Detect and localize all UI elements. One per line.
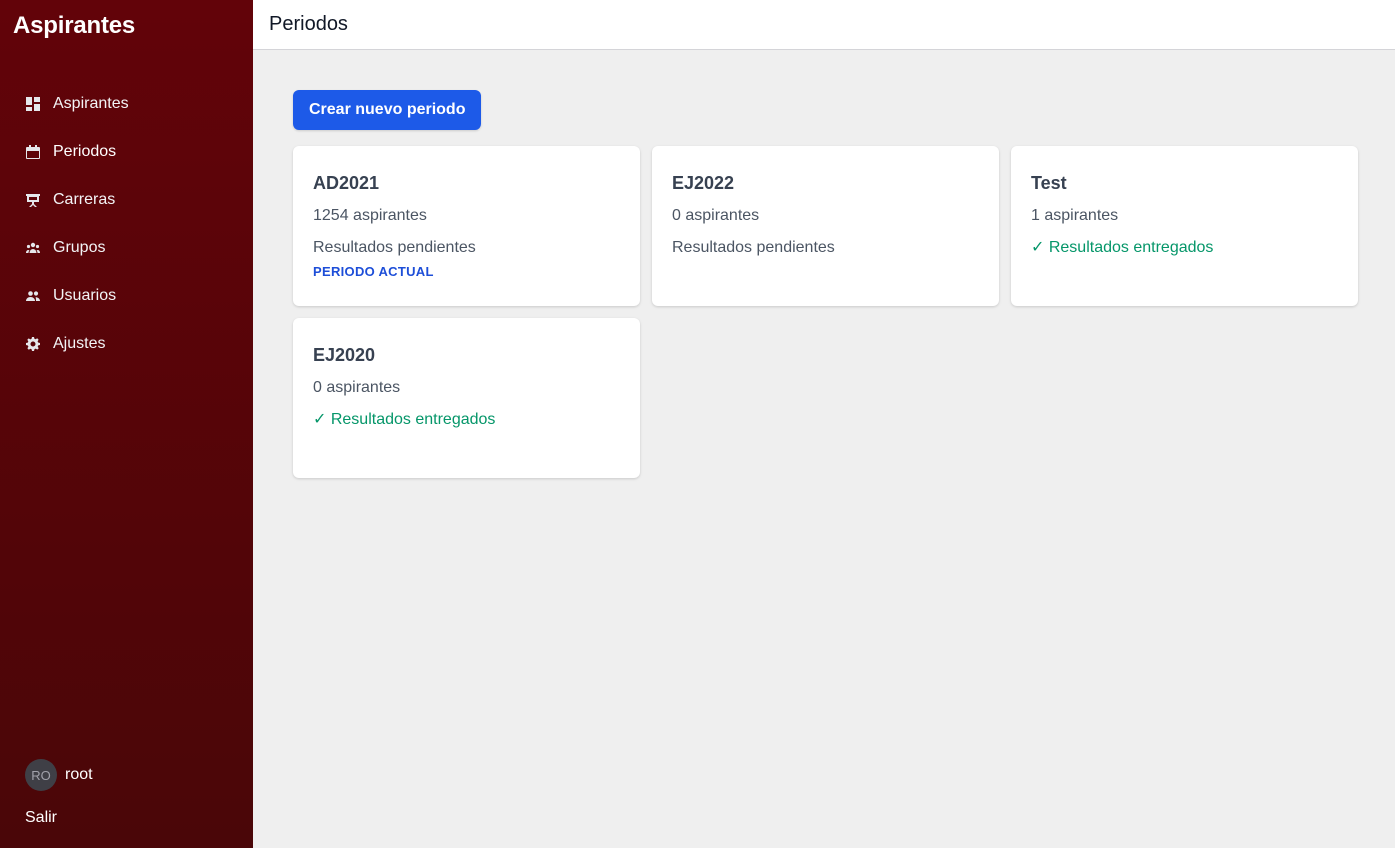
sidebar-item-label: Carreras (53, 191, 116, 208)
avatar: RO (25, 759, 57, 791)
period-card[interactable]: EJ2020 0 aspirantes ✓ Resultados entrega… (293, 318, 640, 478)
period-count: 1 aspirantes (1031, 207, 1119, 224)
sidebar-item-label: Usuarios (53, 287, 117, 304)
period-status: ✓ Resultados entregados (1031, 239, 1214, 256)
group-icon (25, 240, 41, 256)
username: root (65, 766, 93, 783)
period-count: 1254 aspirantes (313, 207, 427, 224)
presentation-icon (25, 192, 41, 208)
sidebar-item-periodos[interactable]: Periodos (0, 128, 253, 176)
sidebar-item-label: Aspirantes (53, 95, 129, 112)
periods-section: Crear nuevo periodo AD2021 1254 aspirant… (293, 90, 1358, 478)
dashboard-icon (25, 96, 41, 112)
period-count: 0 aspirantes (313, 379, 401, 396)
period-status: ✓ Resultados entregados (313, 411, 496, 428)
period-name: AD2021 (313, 173, 380, 193)
logout-link[interactable]: Salir (25, 809, 57, 827)
periods-grid: AD2021 1254 aspirantes Resultados pendie… (293, 146, 1358, 478)
current-period-badge: PERIODO ACTUAL (313, 264, 434, 279)
sidebar-item-label: Periodos (53, 143, 117, 160)
period-name: Test (1031, 173, 1067, 193)
gear-icon (25, 336, 41, 352)
sidebar-nav: Aspirantes Periodos Carreras Grupos Usua… (0, 80, 253, 368)
period-count: 0 aspirantes (672, 207, 760, 224)
sidebar-item-grupos[interactable]: Grupos (0, 224, 253, 272)
page-title: Periodos (269, 13, 348, 35)
period-status: Resultados pendientes (672, 239, 835, 256)
sidebar-item-usuarios[interactable]: Usuarios (0, 272, 253, 320)
topbar: Periodos (253, 0, 1395, 50)
sidebar-item-aspirantes[interactable]: Aspirantes (0, 80, 253, 128)
sidebar-item-ajustes[interactable]: Ajustes (0, 320, 253, 368)
users-icon (25, 288, 41, 304)
period-card[interactable]: AD2021 1254 aspirantes Resultados pendie… (293, 146, 640, 306)
calendar-icon (25, 144, 41, 160)
period-status: Resultados pendientes (313, 239, 476, 256)
period-name: EJ2020 (313, 345, 376, 365)
app-root: Aspirantes Aspirantes Periodos Carreras (0, 0, 1395, 848)
sidebar: Aspirantes Aspirantes Periodos Carreras (0, 0, 253, 848)
period-card[interactable]: EJ2022 0 aspirantes Resultados pendiente… (652, 146, 999, 306)
sidebar-item-carreras[interactable]: Carreras (0, 176, 253, 224)
period-card[interactable]: Test 1 aspirantes ✓ Resultados entregado… (1011, 146, 1358, 306)
sidebar-item-label: Ajustes (53, 335, 106, 352)
user-profile[interactable]: RO root (25, 759, 93, 791)
sidebar-item-label: Grupos (53, 239, 106, 256)
app-title: Aspirantes (13, 12, 136, 39)
period-name: EJ2022 (672, 173, 735, 193)
create-period-button[interactable]: Crear nuevo periodo (293, 90, 482, 130)
main-area: Periodos Crear nuevo periodo AD2021 1254… (253, 0, 1395, 848)
